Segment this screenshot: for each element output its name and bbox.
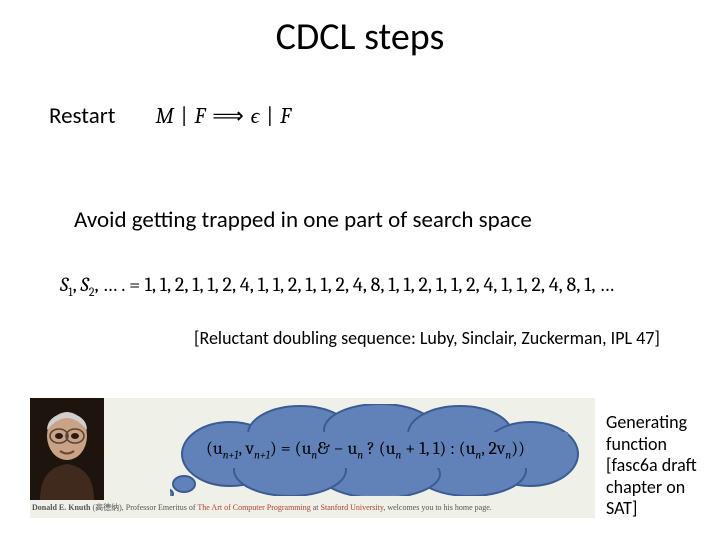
thought-cloud: (un+1, vn+1) = (un& − un ? (un + 1, 1) :… xyxy=(170,404,590,496)
restart-formula: M | F ⟹ ϵ | F xyxy=(155,103,292,129)
restart-label: Restart xyxy=(49,102,115,130)
cloud-formula: (un+1, vn+1) = (un& − un ? (un + 1, 1) :… xyxy=(206,438,560,462)
sequence-rhs: 1, 1, 2, 1, 1, 2, 4, 1, 1, 2, 1, 1, 2, 4… xyxy=(145,273,615,296)
restart-row: Restart M | F ⟹ ϵ | F xyxy=(49,102,292,130)
generating-function-note: Generating function [fasc6a draft chapte… xyxy=(606,412,706,520)
avoid-text: Avoid getting trapped in one part of sea… xyxy=(74,206,532,234)
knuth-caption: Donald E. Knuth (高德纳), Professor Emeritu… xyxy=(32,502,492,513)
slide-title: CDCL steps xyxy=(0,14,720,60)
knuth-panel: Donald E. Knuth (高德纳), Professor Emeritu… xyxy=(30,398,595,518)
luby-citation: [Reluctant doubling sequence: Luby, Sinc… xyxy=(194,327,660,349)
sequence-lhs: S1, S2, … . = xyxy=(60,273,140,296)
knuth-portrait xyxy=(30,398,104,500)
sequence-row: S1, S2, … . = 1, 1, 2, 1, 1, 2, 4, 1, 1,… xyxy=(60,273,614,299)
